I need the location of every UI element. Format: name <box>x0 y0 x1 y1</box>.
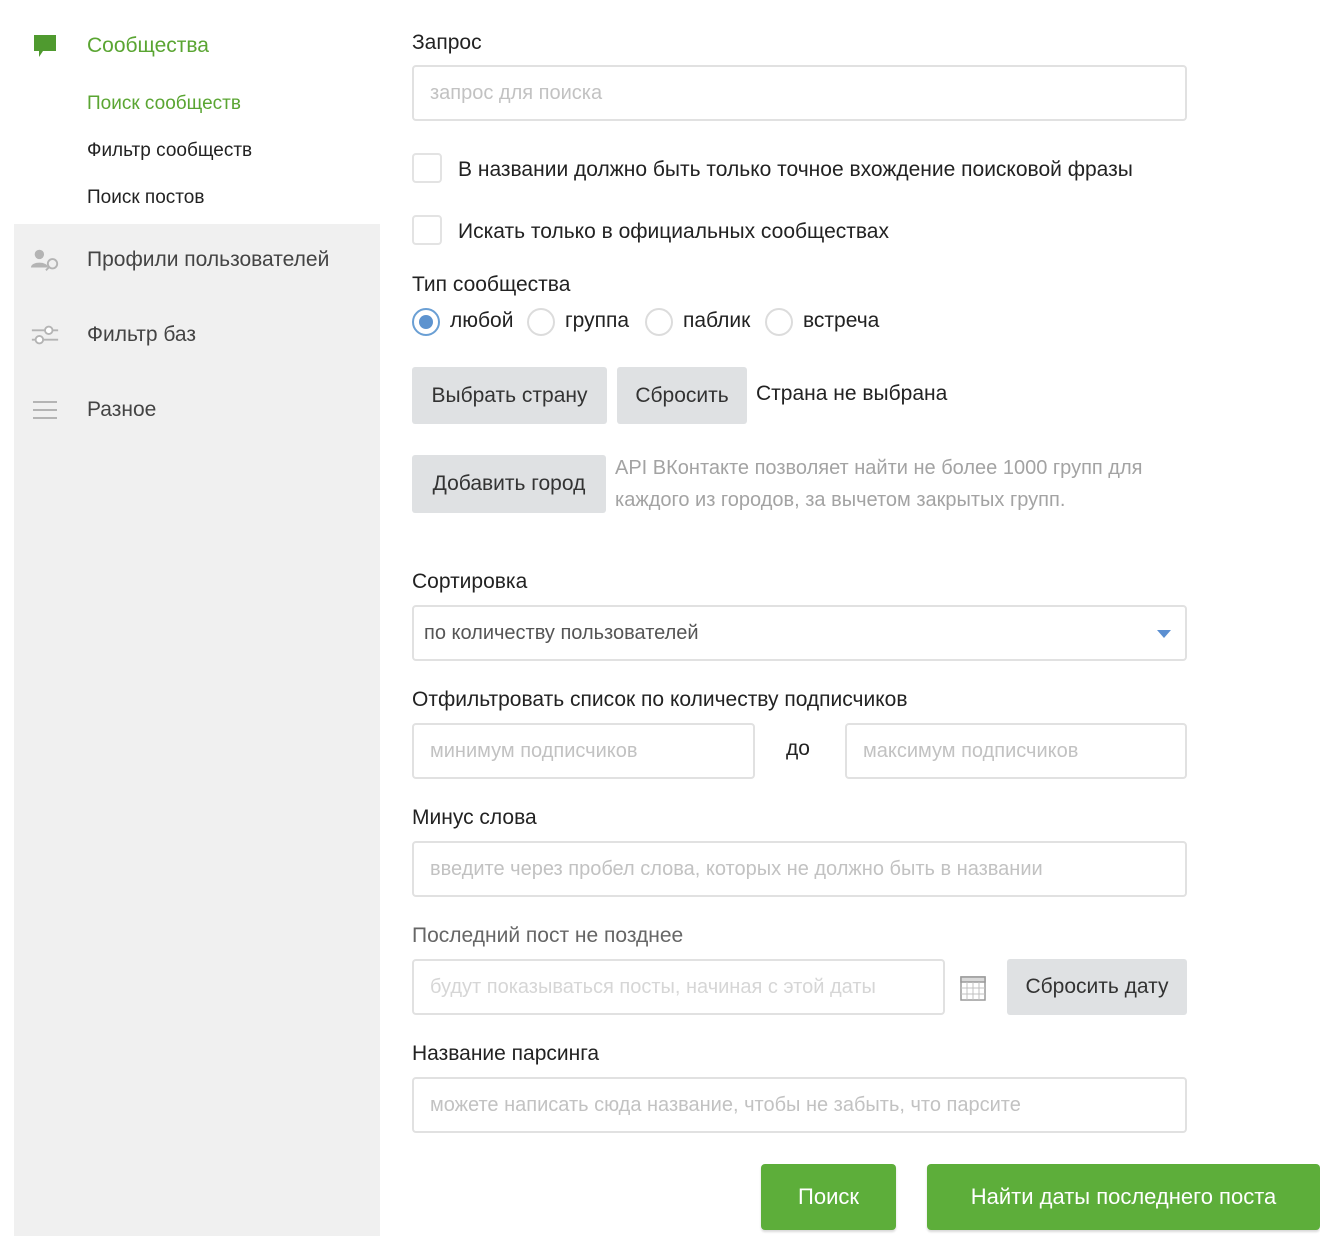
sidebar-item-filter-bases[interactable]: Фильтр баз <box>14 315 380 355</box>
parse-name-label: Название парсинга <box>412 1042 600 1065</box>
sorting-label: Сортировка <box>412 570 528 593</box>
add-city-button[interactable]: Добавить город <box>412 455 606 513</box>
sidebar-item-misc[interactable]: Разное <box>14 390 380 430</box>
exact-match-checkbox[interactable] <box>412 153 442 183</box>
sidebar-item-communities[interactable]: Сообщества <box>14 26 380 66</box>
menu-lines-icon <box>30 395 60 425</box>
choose-country-button[interactable]: Выбрать страну <box>412 367 607 424</box>
chevron-down-icon <box>1157 630 1171 638</box>
last-post-label: Последний пост не позднее <box>412 924 684 947</box>
subscribers-label: Отфильтровать список по количеству подпи… <box>412 688 908 711</box>
sidebar-item-label: Профили пользователей <box>87 248 330 271</box>
reset-country-button[interactable]: Сбросить <box>617 367 747 424</box>
radio-group-label[interactable]: группа <box>565 309 629 333</box>
range-separator: до <box>786 737 810 760</box>
sidebar-subitem-community-search[interactable]: Поиск сообществ <box>87 93 241 115</box>
country-status: Страна не выбрана <box>756 382 948 405</box>
search-button[interactable]: Поиск <box>761 1164 896 1230</box>
radio-any-label[interactable]: любой <box>450 309 513 333</box>
radio-event-label[interactable]: встреча <box>803 309 879 333</box>
official-only-label[interactable]: Искать только в официальных сообществах <box>458 220 889 244</box>
radio-public-label[interactable]: паблик <box>683 309 750 333</box>
sliders-icon <box>30 320 60 350</box>
radio-event[interactable] <box>765 308 793 336</box>
exact-match-label[interactable]: В названии должно быть только точное вхо… <box>458 158 1133 182</box>
calendar-icon[interactable] <box>958 973 988 1003</box>
radio-public[interactable] <box>645 308 673 336</box>
min-subscribers-input[interactable] <box>412 723 755 779</box>
official-only-checkbox[interactable] <box>412 215 442 245</box>
sorting-select[interactable]: по количеству пользователей <box>412 605 1187 661</box>
sidebar-item-label: Фильтр баз <box>87 323 196 346</box>
radio-group[interactable] <box>527 308 555 336</box>
user-search-icon <box>30 245 60 275</box>
sidebar-subitem-community-filter[interactable]: Фильтр сообществ <box>87 140 252 162</box>
parse-name-input[interactable] <box>412 1077 1187 1133</box>
sidebar: Сообщества Поиск сообществ Фильтр сообще… <box>14 10 380 1236</box>
minus-words-label: Минус слова <box>412 806 537 829</box>
reset-date-button[interactable]: Сбросить дату <box>1007 959 1187 1015</box>
chat-bubble-icon <box>30 31 60 61</box>
minus-words-input[interactable] <box>412 841 1187 897</box>
radio-any[interactable] <box>412 308 440 336</box>
community-type-label: Тип сообщества <box>412 273 571 296</box>
query-input[interactable] <box>412 65 1187 121</box>
city-hint: API ВКонтакте позволяет найти не более 1… <box>615 457 1143 511</box>
sidebar-item-user-profiles[interactable]: Профили пользователей <box>14 240 380 280</box>
sidebar-item-label: Разное <box>87 398 157 421</box>
last-post-date-input[interactable] <box>412 959 945 1015</box>
max-subscribers-input[interactable] <box>845 723 1187 779</box>
find-last-post-dates-button[interactable]: Найти даты последнего поста <box>927 1164 1320 1230</box>
sorting-value: по количеству пользователей <box>424 622 699 644</box>
sidebar-subitem-post-search[interactable]: Поиск постов <box>87 187 204 209</box>
sidebar-item-label: Сообщества <box>87 34 209 57</box>
query-label: Запрос <box>412 31 482 54</box>
